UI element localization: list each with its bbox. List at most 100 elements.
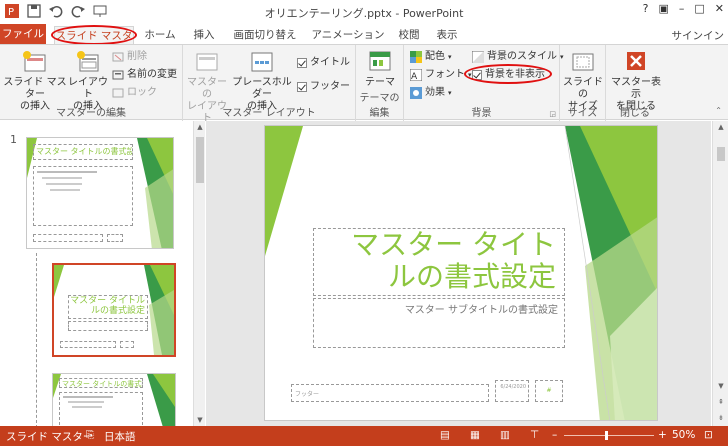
master-title-line2: ルの書式設定 (387, 260, 556, 293)
zoom-level[interactable]: 50% (672, 429, 695, 441)
background-dialog-launcher-icon[interactable]: ◲ (549, 110, 556, 118)
master-title-placeholder[interactable]: マスター タイト ルの書式設定 (313, 228, 565, 296)
thumbnail-title-layout-title: マスター タイトル ルの書式設定 (68, 295, 148, 319)
main-scroll-down-icon[interactable]: ▼ (713, 380, 728, 392)
colors-icon (410, 51, 422, 63)
colors-button[interactable]: 配色 ▾ (410, 49, 452, 65)
main-scrollbar[interactable]: ▲ ▼ ⇞ ⇟ (712, 121, 728, 426)
main-scroll-thumb[interactable] (717, 147, 725, 161)
date-placeholder[interactable]: 6/24/2020 (495, 380, 529, 402)
thumbnail-pane: 1 マスター タイトルの書式設定 マスター タイトル ルの書式設定 マスター タ… (0, 121, 205, 426)
thumbnail-master-date (107, 234, 123, 242)
rename-icon (112, 69, 124, 81)
themes-label: テーマ (365, 77, 395, 88)
collapse-ribbon-icon[interactable]: ⌃ (715, 106, 722, 115)
normal-view-icon[interactable]: ▤ (440, 429, 450, 441)
svg-text:A: A (411, 72, 418, 81)
group-label-edit-theme: テーマの編集 (359, 93, 400, 119)
highlight-circle-tab (51, 25, 137, 45)
thumbnail-content-layout[interactable]: マスター タイトルの書式設定 (52, 373, 176, 426)
group-label-master-layout: マスター レイアウト (222, 108, 316, 119)
master-subtitle-text: マスター サブタイトルの書式設定 (404, 305, 558, 316)
lock-icon (112, 87, 124, 99)
highlight-circle-hide-background (464, 64, 552, 84)
slide-number-placeholder[interactable]: # (535, 380, 563, 402)
tab-view[interactable]: 表示 (430, 26, 464, 44)
slideshow-view-icon[interactable]: ⊤ (530, 429, 539, 441)
close-button[interactable]: ✕ (715, 2, 724, 15)
help-button[interactable]: ? (643, 2, 649, 15)
thumbnail-master-footer (33, 234, 103, 242)
tab-home[interactable]: ホーム (140, 26, 180, 44)
zoom-in-icon[interactable]: + (658, 429, 667, 441)
close-master-icon (622, 49, 650, 75)
tab-insert[interactable]: 挿入 (186, 26, 222, 44)
insert-master-icon (21, 49, 49, 75)
group-edit-theme: テーマ テーマの編集 (356, 45, 404, 121)
title-bar: P オリエンテーリング.pptx - PowerPoint ? ▣ – □ ✕ (0, 0, 728, 24)
fit-slide-icon[interactable]: ⊡ (704, 429, 713, 441)
delete-button[interactable]: 削除 (112, 49, 147, 65)
themes-button[interactable]: テーマ (358, 49, 402, 89)
group-label-background: 背景 (471, 108, 492, 119)
background-styles-button[interactable]: 背景のスタイル ▾ (471, 49, 564, 65)
thumbnail-content-layout-body (59, 392, 143, 426)
fonts-button[interactable]: A フォント ▾ (409, 67, 472, 83)
insert-layout-icon (74, 49, 102, 75)
thumbnail-master-body (33, 166, 133, 226)
sign-in-link[interactable]: サインイン (672, 28, 725, 43)
tab-file[interactable]: ファイル (0, 24, 46, 44)
group-label-edit-master: マスターの編集 (56, 108, 126, 119)
tab-review[interactable]: 校閲 (392, 26, 426, 44)
tab-animations[interactable]: アニメーション (310, 26, 386, 44)
thumbnail-scroll-thumb[interactable] (196, 137, 204, 183)
group-close: マスター表示 を閉じる 閉じる (606, 45, 664, 121)
thumbnail-scroll-down-icon[interactable]: ▼ (194, 414, 206, 426)
zoom-slider[interactable] (564, 435, 654, 436)
insert-placeholder-icon (248, 49, 276, 75)
master-title-line1: マスター タイト (351, 228, 556, 261)
footer-checkbox[interactable]: フッター (297, 79, 350, 95)
thumbnail-scroll-up-icon[interactable]: ▲ (194, 121, 206, 133)
zoom-out-icon[interactable]: – (552, 429, 557, 441)
thumbnail-content-layout-title: マスター タイトルの書式設定 (59, 378, 143, 388)
slide-canvas[interactable]: マスター タイト ルの書式設定 マスター サブタイトルの書式設定 フッター 6/… (264, 125, 658, 421)
rename-button[interactable]: 名前の変更 (112, 67, 177, 83)
status-bar: スライド マスター ⎘ 日本語 ▤ ▦ ▥ ⊤ – + 50% ⊡ (0, 426, 728, 446)
group-master-layout: マスターの レイアウト プレースホルダー の挿入 タイトル フッター マスター … (183, 45, 356, 124)
thumbnail-title-layout[interactable]: マスター タイトル ルの書式設定 (52, 263, 176, 357)
tab-transitions[interactable]: 画面切り替え (230, 26, 300, 44)
thumbnail-connector (36, 253, 37, 426)
group-size: スライドの サイズ サイズ (560, 45, 606, 121)
ribbon-display-button[interactable]: ▣ (658, 2, 668, 15)
thumbnail-title-layout-date (120, 341, 134, 348)
next-slide-icon[interactable]: ⇟ (713, 412, 728, 424)
lock-button[interactable]: ロック (112, 85, 157, 101)
zoom-slider-thumb[interactable] (605, 431, 608, 440)
window-controls: ? ▣ – □ ✕ (643, 2, 724, 15)
title-check-icon (297, 58, 307, 68)
master-subtitle-placeholder[interactable]: マスター サブタイトルの書式設定 (313, 298, 565, 348)
window-title: オリエンテーリング.pptx - PowerPoint (264, 7, 464, 20)
footer-placeholder[interactable]: フッター (291, 384, 489, 402)
title-checkbox[interactable]: タイトル (297, 55, 350, 71)
slide-size-icon (569, 49, 597, 75)
thumbnail-scrollbar[interactable]: ▲ ▼ (193, 121, 205, 426)
effects-icon (410, 87, 422, 99)
master-layout-icon (193, 49, 221, 75)
background-styles-icon (471, 50, 485, 64)
effects-button[interactable]: 効果 ▾ (410, 85, 452, 101)
thumbnail-title-layout-subtitle (68, 321, 148, 331)
prev-slide-icon[interactable]: ⇞ (713, 396, 728, 408)
minimize-button[interactable]: – (679, 2, 685, 15)
themes-icon (366, 49, 394, 75)
maximize-button[interactable]: □ (694, 2, 704, 15)
status-language[interactable]: 日本語 (104, 429, 136, 444)
ribbon: スライド マスター の挿入 レイアウト の挿入 削除 名前の変更 ロック マスタ… (0, 44, 728, 124)
reading-view-icon[interactable]: ▥ (500, 429, 510, 441)
main-scroll-up-icon[interactable]: ▲ (713, 121, 728, 133)
group-label-close: 閉じる (620, 108, 650, 119)
slide-sorter-icon[interactable]: ▦ (470, 429, 480, 441)
spelling-icon[interactable]: ⎘ (86, 429, 94, 442)
thumbnail-master[interactable]: マスター タイトルの書式設定 (26, 137, 174, 249)
